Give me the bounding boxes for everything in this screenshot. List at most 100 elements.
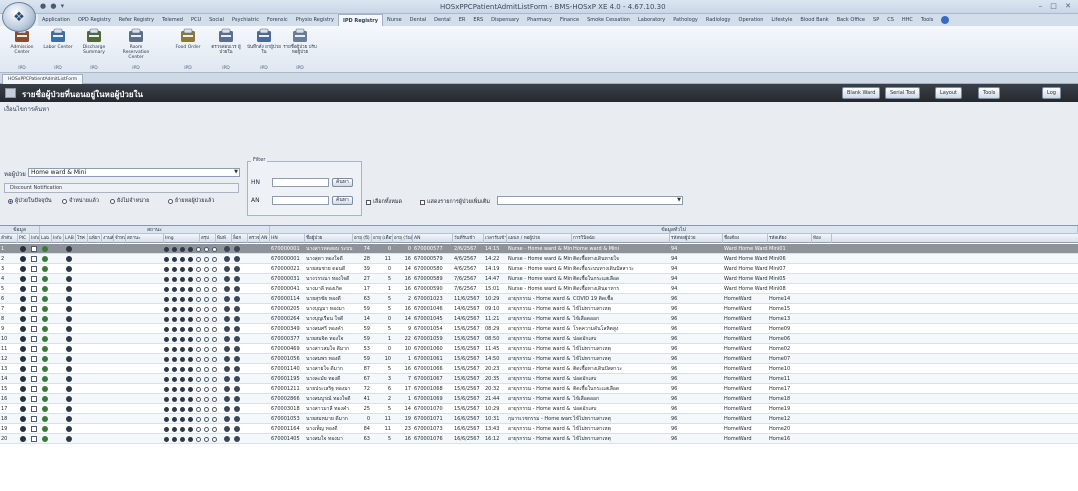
ribbon-tab[interactable]: Lifestyle bbox=[767, 14, 796, 26]
info-icon[interactable] bbox=[31, 246, 37, 252]
table-row[interactable]: 10 670000377 นายสมจิต ทองใจ 59 1 22 670001059 1… bbox=[0, 334, 1078, 344]
lab-status-icon[interactable] bbox=[42, 426, 48, 432]
disease-icon[interactable] bbox=[66, 276, 72, 282]
status-dot-icon[interactable] bbox=[188, 267, 193, 272]
status-dot-icon[interactable] bbox=[204, 337, 209, 342]
lab-status-icon[interactable] bbox=[42, 316, 48, 322]
table-row[interactable]: 6 670000114 นายสุรชัย ทองดี 63 5 2 670001023 11… bbox=[0, 294, 1078, 304]
lab-status-icon[interactable] bbox=[42, 376, 48, 382]
status-dot-icon[interactable] bbox=[180, 337, 185, 342]
column-header[interactable]: รหัสหอผู้ป่วย bbox=[670, 234, 723, 243]
table-row[interactable]: 12 670001056 นางสมพร ทองดี 59 10 1 670001061 15… bbox=[0, 354, 1078, 364]
status-dot-icon[interactable] bbox=[196, 397, 201, 402]
ribbon-tab[interactable]: Smoke Cessation bbox=[583, 14, 634, 26]
status-dot-icon[interactable] bbox=[188, 247, 193, 252]
column-header[interactable]: ตรวจ bbox=[248, 234, 260, 243]
status-dot-icon[interactable] bbox=[188, 437, 193, 442]
disease-icon[interactable] bbox=[66, 406, 72, 412]
patient-photo-icon[interactable] bbox=[20, 346, 26, 352]
status-dot-icon[interactable] bbox=[212, 277, 217, 282]
print-icon[interactable] bbox=[234, 426, 240, 432]
status-dot-icon[interactable] bbox=[204, 257, 209, 262]
status-dot-icon[interactable] bbox=[172, 367, 177, 372]
table-row[interactable]: 19 670001164 นางเพ็ญ ทองดี 84 11 23 670001073 1… bbox=[0, 424, 1078, 434]
status-dot-icon[interactable] bbox=[172, 317, 177, 322]
an-input[interactable] bbox=[272, 196, 329, 205]
lab-status-icon[interactable] bbox=[42, 256, 48, 262]
status-dot-icon[interactable] bbox=[180, 427, 185, 432]
lab-status-icon[interactable] bbox=[42, 346, 48, 352]
status-dot-icon[interactable] bbox=[164, 347, 169, 352]
table-row[interactable]: 14 670001195 นางละมัย ทองดี 67 3 7 670001067 15… bbox=[0, 374, 1078, 384]
ribbon-tab[interactable]: HHC bbox=[898, 14, 917, 26]
status-dot-icon[interactable] bbox=[188, 397, 193, 402]
print-icon[interactable] bbox=[234, 266, 240, 272]
column-header[interactable]: HN bbox=[270, 234, 305, 243]
table-row[interactable]: 2 670000001 นางสุดา ทองใจดี 28 11 16 670000579… bbox=[0, 254, 1078, 264]
status-dot-icon[interactable] bbox=[204, 277, 209, 282]
print-icon[interactable] bbox=[234, 316, 240, 322]
status-dot-icon[interactable] bbox=[180, 287, 185, 292]
status-dot-icon[interactable] bbox=[204, 377, 209, 382]
disease-icon[interactable] bbox=[66, 316, 72, 322]
print-icon[interactable] bbox=[234, 366, 240, 372]
ribbon-tab[interactable]: Social bbox=[205, 14, 228, 26]
column-header[interactable]: โรค bbox=[76, 234, 88, 243]
table-row[interactable]: 15 670001211 นายประเสริฐ ทองมา 72 6 17 6700010… bbox=[0, 384, 1078, 394]
status-dot-icon[interactable] bbox=[188, 417, 193, 422]
info-icon[interactable] bbox=[31, 356, 37, 362]
hn-input[interactable] bbox=[272, 178, 329, 187]
disease-icon[interactable] bbox=[66, 396, 72, 402]
ribbon-button[interactable]: Food Order bbox=[170, 28, 206, 64]
status-dot-icon[interactable] bbox=[172, 407, 177, 412]
print-icon[interactable] bbox=[234, 256, 240, 262]
info-icon[interactable] bbox=[31, 256, 37, 262]
status-dot-icon[interactable] bbox=[180, 327, 185, 332]
status-dot-icon[interactable] bbox=[164, 337, 169, 342]
status-dot-icon[interactable] bbox=[212, 267, 217, 272]
info-icon[interactable] bbox=[31, 426, 37, 432]
info-icon[interactable] bbox=[31, 406, 37, 412]
radio-discharged[interactable]: จำหน่ายแล้ว bbox=[62, 197, 99, 205]
status-dot-icon[interactable] bbox=[188, 317, 193, 322]
ribbon-tab[interactable]: OPD Registry bbox=[74, 14, 115, 26]
status-dot-icon[interactable] bbox=[180, 277, 185, 282]
status-dot-icon[interactable] bbox=[164, 397, 169, 402]
status-dot-icon[interactable] bbox=[212, 317, 217, 322]
status-dot-icon[interactable] bbox=[164, 257, 169, 262]
status-dot-icon[interactable] bbox=[188, 367, 193, 372]
status-dot-icon[interactable] bbox=[180, 387, 185, 392]
info-icon[interactable] bbox=[31, 396, 37, 402]
status-dot-icon[interactable] bbox=[212, 437, 217, 442]
print-icon[interactable] bbox=[224, 286, 230, 292]
log-button[interactable]: Log bbox=[1042, 87, 1061, 99]
disease-icon[interactable] bbox=[66, 376, 72, 382]
status-dot-icon[interactable] bbox=[180, 317, 185, 322]
status-dot-icon[interactable] bbox=[172, 257, 177, 262]
ribbon-tab[interactable]: ERS bbox=[469, 14, 487, 26]
status-dot-icon[interactable] bbox=[204, 267, 209, 272]
status-dot-icon[interactable] bbox=[212, 287, 217, 292]
column-header[interactable]: ล็อก bbox=[232, 234, 248, 243]
status-dot-icon[interactable] bbox=[212, 347, 217, 352]
status-dot-icon[interactable] bbox=[172, 427, 177, 432]
status-dot-icon[interactable] bbox=[172, 327, 177, 332]
lab-status-icon[interactable] bbox=[42, 386, 48, 392]
column-header[interactable]: แพ้ยา bbox=[88, 234, 102, 243]
column-header[interactable]: LAB bbox=[64, 234, 76, 243]
table-row[interactable]: 9 670000349 นางสมศรี ทองคำ 59 5 9 670001054 15/… bbox=[0, 324, 1078, 334]
status-dot-icon[interactable] bbox=[204, 347, 209, 352]
disease-icon[interactable] bbox=[66, 286, 72, 292]
disease-icon[interactable] bbox=[66, 256, 72, 262]
column-header[interactable]: PIC bbox=[18, 234, 30, 243]
column-header[interactable]: ลำดับ bbox=[0, 234, 18, 243]
lab-status-icon[interactable] bbox=[42, 286, 48, 292]
table-row[interactable]: 17 670003018 นางสาวมาลี ทองคำ 25 5 14 67000107… bbox=[0, 404, 1078, 414]
status-dot-icon[interactable] bbox=[180, 407, 185, 412]
print-icon[interactable] bbox=[234, 286, 240, 292]
table-row[interactable]: 20 670001405 นางสมใจ ทองมา 63 5 16 670001076 16… bbox=[0, 434, 1078, 444]
radio-transferred[interactable]: ย้ายหอผู้ป่วยแล้ว bbox=[168, 197, 215, 205]
print-icon[interactable] bbox=[224, 316, 230, 322]
print-icon[interactable] bbox=[224, 306, 230, 312]
ribbon-button[interactable]: Room Reservation Center bbox=[118, 28, 154, 64]
